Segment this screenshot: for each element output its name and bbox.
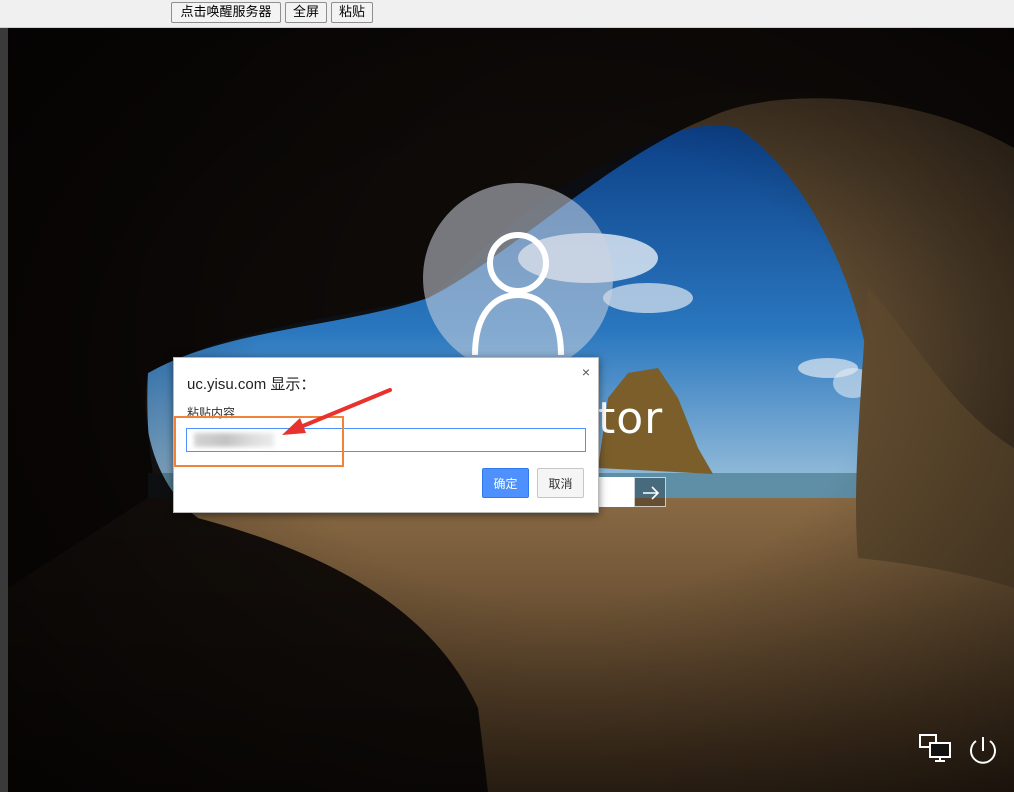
ok-button[interactable]: 确定 [482,468,529,498]
submit-arrow-button[interactable] [634,477,666,507]
arrow-right-icon [643,486,660,500]
viewport-edge [0,28,8,792]
cancel-button[interactable]: 取消 [537,468,584,498]
fullscreen-button[interactable]: 全屏 [285,2,327,23]
close-icon[interactable]: × [582,364,590,380]
username-label: tor [598,393,664,444]
power-icon[interactable] [966,733,1000,767]
network-icon[interactable] [918,733,952,763]
user-icon [472,232,564,356]
user-avatar [423,183,613,373]
password-field[interactable] [598,477,634,507]
paste-button[interactable]: 粘贴 [331,2,373,23]
annotation-arrow-icon [282,388,392,435]
wake-server-button[interactable]: 点击唤醒服务器 [171,2,281,23]
toolbar: 点击唤醒服务器 全屏 粘贴 [0,0,1014,28]
